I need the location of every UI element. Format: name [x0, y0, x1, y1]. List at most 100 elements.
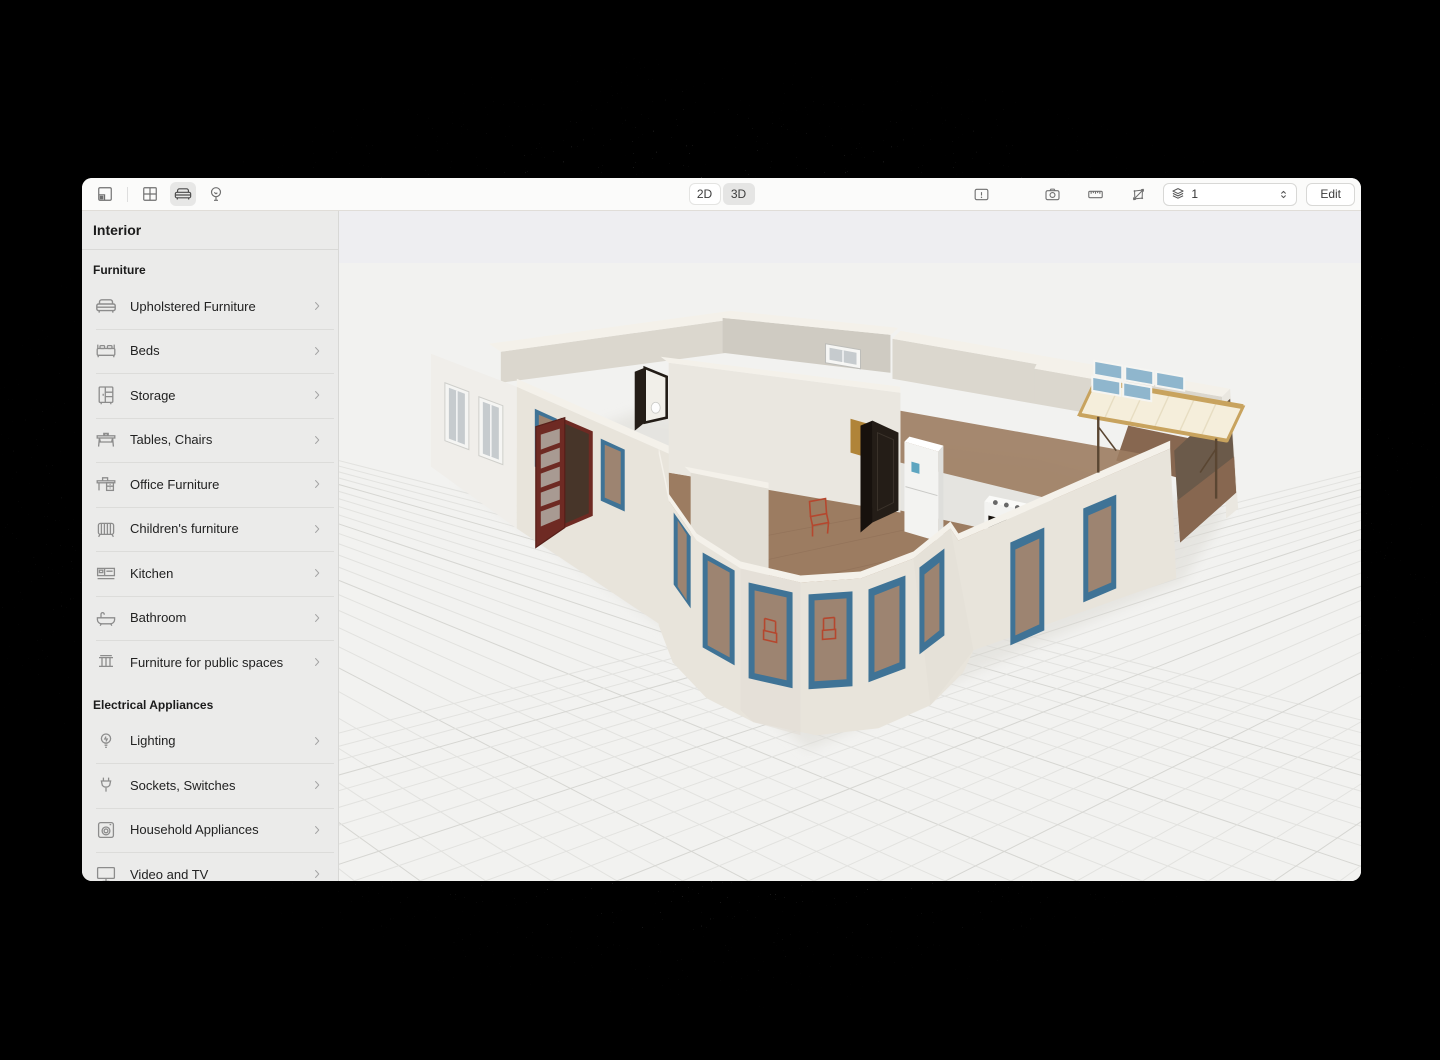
sidebar-item-upholstered-furniture[interactable]: Upholstered Furniture	[82, 284, 338, 329]
kitchen-icon	[94, 561, 118, 585]
table-chair-icon	[94, 428, 118, 452]
sidebar-item-beds[interactable]: Beds	[82, 329, 338, 374]
chevron-right-icon	[310, 477, 324, 491]
leftwing-side-window-1[interactable]	[445, 383, 469, 450]
tool-interior-button[interactable]	[170, 182, 196, 206]
sidebar-item-storage[interactable]: Storage	[82, 373, 338, 418]
chevron-right-icon	[310, 611, 324, 625]
sofa-icon	[94, 294, 118, 318]
chevron-right-icon	[310, 655, 324, 669]
note-icon	[972, 185, 991, 204]
chevron-right-icon	[310, 433, 324, 447]
sidebar-item-label: Household Appliances	[130, 822, 310, 837]
sidebar-item-label: Video and TV	[130, 867, 310, 881]
view-mode-toggle: 2D3D	[689, 178, 755, 210]
view-2d-toggle[interactable]: 2D	[689, 183, 721, 205]
plug-icon	[94, 773, 118, 797]
chevron-right-icon	[310, 778, 324, 792]
floor-selector-value: 1	[1191, 187, 1276, 201]
sidebar-item-label: Bathroom	[130, 610, 310, 625]
bulb-icon	[94, 729, 118, 753]
section-label-electrical-appliances: Electrical Appliances	[82, 685, 338, 719]
sidebar-item-sockets-switches[interactable]: Sockets, Switches	[82, 763, 338, 808]
fridge[interactable]	[904, 437, 943, 542]
sidebar-item-label: Beds	[130, 343, 310, 358]
tool-transform-button[interactable]	[1125, 182, 1151, 206]
desk-icon	[94, 472, 118, 496]
sidebar-item-tables-chairs[interactable]: Tables, Chairs	[82, 418, 338, 463]
sidebar-item-office-furniture[interactable]: Office Furniture	[82, 462, 338, 507]
washer-icon	[94, 818, 118, 842]
bed-icon	[94, 339, 118, 363]
window-grid-icon	[140, 184, 160, 204]
ruler-icon	[1086, 185, 1105, 204]
sidebar-item-lighting[interactable]: Lighting	[82, 719, 338, 764]
tv-icon	[94, 862, 118, 881]
bay-window-2[interactable]	[703, 552, 735, 665]
sidebar-title: Interior	[82, 211, 338, 250]
desktop-stage: 2D3D 1 Edit Interior Furniture Upholster…	[0, 0, 1440, 1060]
updown-chevrons-icon[interactable]	[1276, 187, 1291, 202]
3d-scene[interactable]	[339, 211, 1361, 881]
bay-window-5[interactable]	[868, 575, 905, 682]
sofa-icon	[173, 184, 193, 204]
sidebar-item-label: Office Furniture	[130, 477, 310, 492]
sidebar-item-label: Lighting	[130, 733, 310, 748]
sidebar-item-label: Tables, Chairs	[130, 432, 310, 447]
tool-construction-button[interactable]	[137, 182, 163, 206]
sidebar-item-label: Upholstered Furniture	[130, 299, 310, 314]
scene-canvas[interactable]	[339, 211, 1361, 881]
chevron-right-icon	[310, 299, 324, 313]
catalog-sidebar: Interior Furniture Upholstered Furniture…	[82, 211, 339, 881]
chevron-right-icon	[310, 388, 324, 402]
floorplan-icon	[95, 184, 115, 204]
view-3d-toggle[interactable]: 3D	[723, 183, 755, 205]
tree-icon	[206, 184, 226, 204]
chevron-right-icon	[310, 566, 324, 580]
chevron-right-icon	[310, 823, 324, 837]
sidebar-item-label: Storage	[130, 388, 310, 403]
toolbar: 2D3D 1 Edit	[82, 178, 1361, 211]
crib-icon	[94, 517, 118, 541]
chevron-right-icon	[310, 734, 324, 748]
backdrop-sky	[339, 211, 1361, 263]
sidebar-item-label: Children's furniture	[130, 521, 310, 536]
tool-landscape-button[interactable]	[203, 182, 229, 206]
right-wall-window-2[interactable]	[1083, 495, 1116, 603]
sidebar-item-video-and-tv[interactable]: Video and TV	[82, 852, 338, 881]
wardrobe-icon	[94, 383, 118, 407]
sidebar-item-kitchen[interactable]: Kitchen	[82, 551, 338, 596]
bay-window-3[interactable]	[749, 582, 793, 688]
edit-button[interactable]: Edit	[1306, 183, 1355, 206]
columns-icon	[94, 650, 118, 674]
toolbar-mode-tools	[92, 178, 229, 210]
floor-selector[interactable]: 1	[1163, 183, 1297, 206]
floorplanner-app-window: 2D3D 1 Edit Interior Furniture Upholster…	[82, 178, 1361, 881]
layers-icon	[1169, 185, 1187, 203]
toolbar-divider	[127, 187, 128, 202]
sidebar-item-label: Kitchen	[130, 566, 310, 581]
sidebar-item-label: Furniture for public spaces	[130, 655, 310, 670]
sidebar-item-label: Sockets, Switches	[130, 778, 310, 793]
sidebar-item-children-s-furniture[interactable]: Children's furniture	[82, 507, 338, 552]
tool-floorplan-button[interactable]	[92, 182, 118, 206]
toolbar-actions: 1 Edit	[951, 178, 1355, 210]
transform-icon	[1129, 185, 1148, 204]
tool-notes-button[interactable]	[968, 182, 994, 206]
window-body: Interior Furniture Upholstered Furniture…	[82, 211, 1361, 881]
bay-window-4[interactable]	[809, 591, 853, 689]
camera-icon	[1043, 185, 1062, 204]
sidebar-item-bathroom[interactable]: Bathroom	[82, 596, 338, 641]
chevron-right-icon	[310, 344, 324, 358]
sidebar-item-household-appliances[interactable]: Household Appliances	[82, 808, 338, 853]
bathtub-icon	[94, 606, 118, 630]
section-label-furniture: Furniture	[82, 250, 338, 284]
leftwing-side-window-2[interactable]	[479, 397, 503, 465]
sidebar-item-furniture-for-public-spaces[interactable]: Furniture for public spaces	[82, 640, 338, 685]
right-wall-window-1[interactable]	[1010, 528, 1044, 646]
chevron-right-icon	[310, 867, 324, 881]
tool-measure-button[interactable]	[1082, 182, 1108, 206]
tool-snapshot-button[interactable]	[1039, 182, 1065, 206]
chevron-right-icon	[310, 522, 324, 536]
leftwing-window-2[interactable]	[601, 439, 625, 512]
